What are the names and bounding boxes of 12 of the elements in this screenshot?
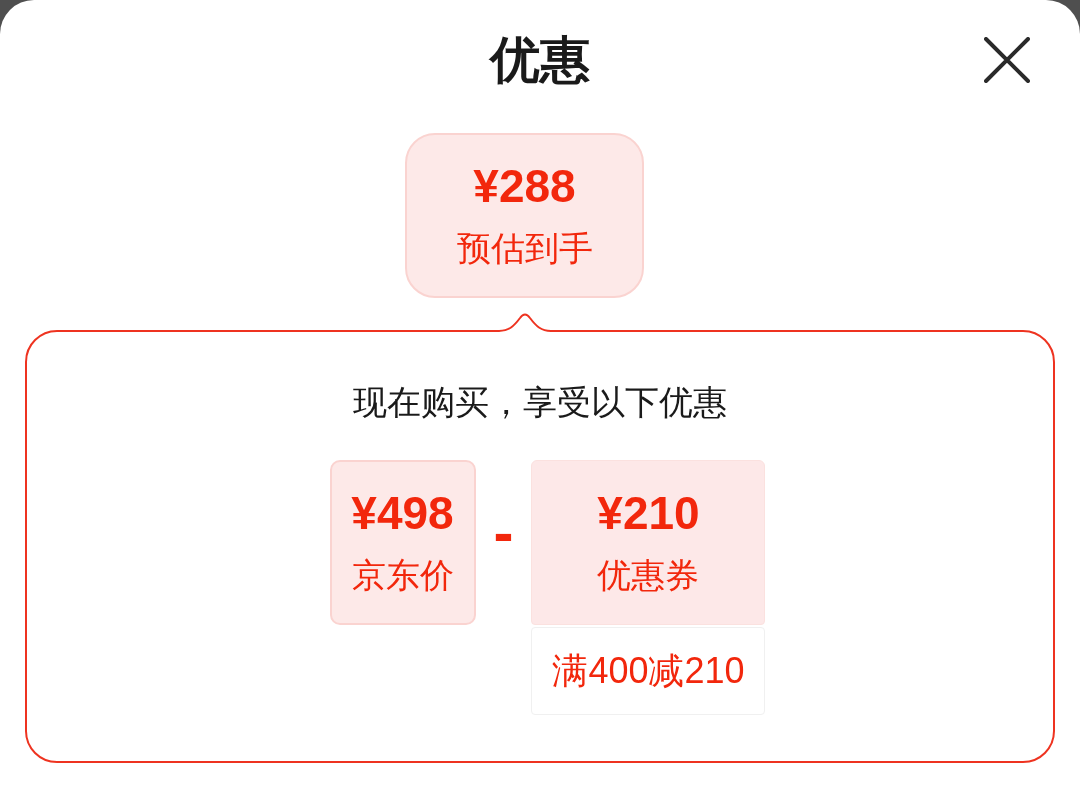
- estimate-label: 预估到手: [456, 231, 593, 265]
- price-label: 京东价: [351, 557, 454, 592]
- discount-heading: 现在购买，享受以下优惠: [353, 382, 727, 423]
- close-button[interactable]: [982, 35, 1032, 85]
- coupon-condition: 满400减210: [531, 626, 766, 715]
- close-icon: [984, 37, 1030, 83]
- sheet-title: 优惠: [490, 32, 590, 88]
- coupon-amount: ¥210: [597, 489, 700, 536]
- minus-sign: -: [493, 503, 514, 564]
- price-amount: ¥498: [351, 489, 454, 536]
- estimate-amount: ¥288: [473, 163, 576, 209]
- coupon-label: 优惠券: [597, 557, 700, 592]
